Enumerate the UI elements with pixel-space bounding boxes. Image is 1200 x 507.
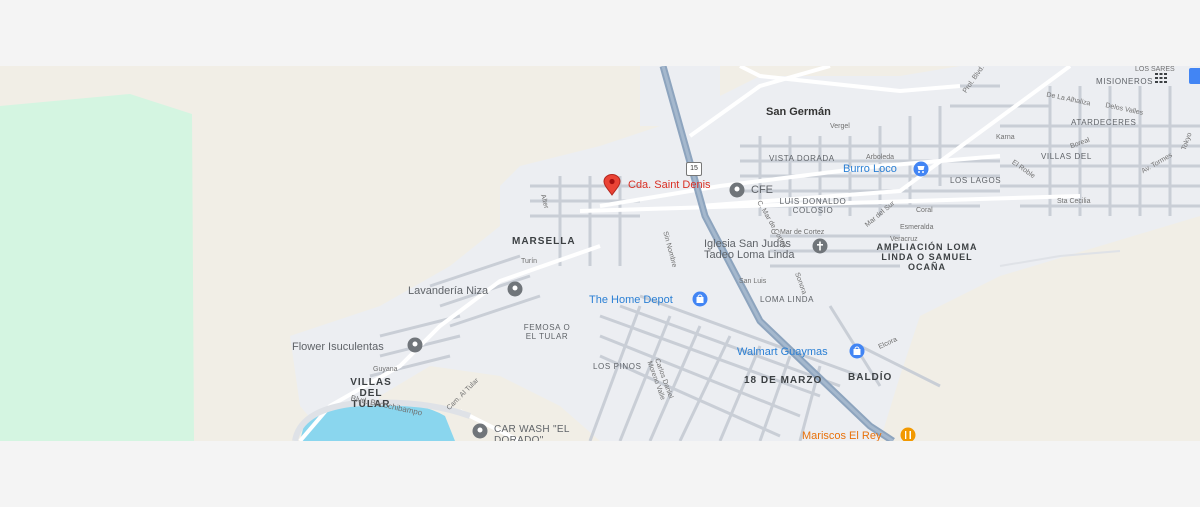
street-veracruz: Veracruz — [890, 236, 918, 243]
area-san-german: San Germán — [766, 106, 831, 118]
iglesia-label[interactable]: Iglesia San Judas Tadeo Loma Linda — [704, 239, 810, 261]
restaurant-icon — [900, 427, 916, 441]
street-arboleda: Arboleda — [866, 154, 895, 161]
area-villas-del: VILLAS DEL — [1041, 152, 1092, 161]
shopping-cart-icon — [913, 161, 929, 177]
place-pin-icon — [472, 423, 488, 439]
shopping-bag-icon — [692, 291, 708, 307]
street-san-luis: San Luis — [739, 278, 767, 285]
highway-shield-15: 15 — [686, 162, 702, 176]
flower-label[interactable]: Flower Isuculentas — [292, 341, 384, 353]
area-los-lagos: LOS LAGOS — [950, 176, 1002, 185]
mariscos-label[interactable]: Mariscos El Rey — [802, 430, 881, 441]
street-sta-cecilia: Sta Cecilia — [1057, 198, 1091, 205]
area-vista-dorada: VISTA DORADA — [769, 154, 835, 163]
street-esmeralda: Esmeralda — [900, 224, 934, 231]
map-base — [0, 66, 1200, 441]
map-marker-icon — [603, 174, 621, 196]
walmart-label[interactable]: Walmart Guaymas — [737, 346, 828, 358]
place-pin-icon — [407, 337, 423, 353]
place-pin-icon — [507, 281, 523, 297]
place-pin-icon — [729, 182, 745, 198]
area-baldio: BALDÍO — [848, 372, 893, 383]
area-loma-linda: LOMA LINDA — [760, 295, 815, 304]
area-femosa: FEMOSA O EL TULAR — [523, 323, 571, 341]
street-guyana: Guyana — [373, 366, 398, 373]
map-canvas[interactable]: 15 Cda. Saint Denis CFE Burro Loco Igles… — [0, 66, 1200, 441]
street-coral: Coral — [916, 207, 933, 214]
area-los-pinos: LOS PINOS — [593, 362, 642, 371]
area-18-de-marzo: 18 DE MARZO — [744, 375, 823, 386]
car-wash-label[interactable]: CAR WASH "EL DORADO" — [494, 424, 584, 441]
apps-grid-icon — [1155, 73, 1167, 83]
street-vergel: Vergel — [830, 123, 850, 130]
area-ampliacion: AMPLIACIÓN LOMA LINDA O SAMUEL OCAÑA — [876, 242, 978, 272]
church-icon — [812, 238, 828, 254]
area-atardeceres: ATARDECERES — [1071, 118, 1137, 127]
street-karna: Karna — [996, 134, 1015, 141]
area-marsella: MARSELLA — [512, 236, 576, 247]
apps-grid-button[interactable] — [1154, 71, 1168, 85]
burro-loco-label[interactable]: Burro Loco — [843, 163, 897, 175]
lavanderia-label[interactable]: Lavandería Niza — [408, 285, 488, 297]
selected-place-label[interactable]: Cda. Saint Denis — [628, 179, 711, 191]
home-depot-label[interactable]: The Home Depot — [589, 294, 673, 306]
shopping-bag-icon — [849, 343, 865, 359]
account-button[interactable] — [1189, 68, 1200, 84]
area-luis-donaldo: LUIS DONALDO COLOSIO — [779, 197, 847, 215]
street-turin: Turín — [521, 258, 538, 265]
cfe-label[interactable]: CFE — [751, 184, 773, 196]
area-misioneros: MISIONEROS — [1096, 77, 1154, 86]
